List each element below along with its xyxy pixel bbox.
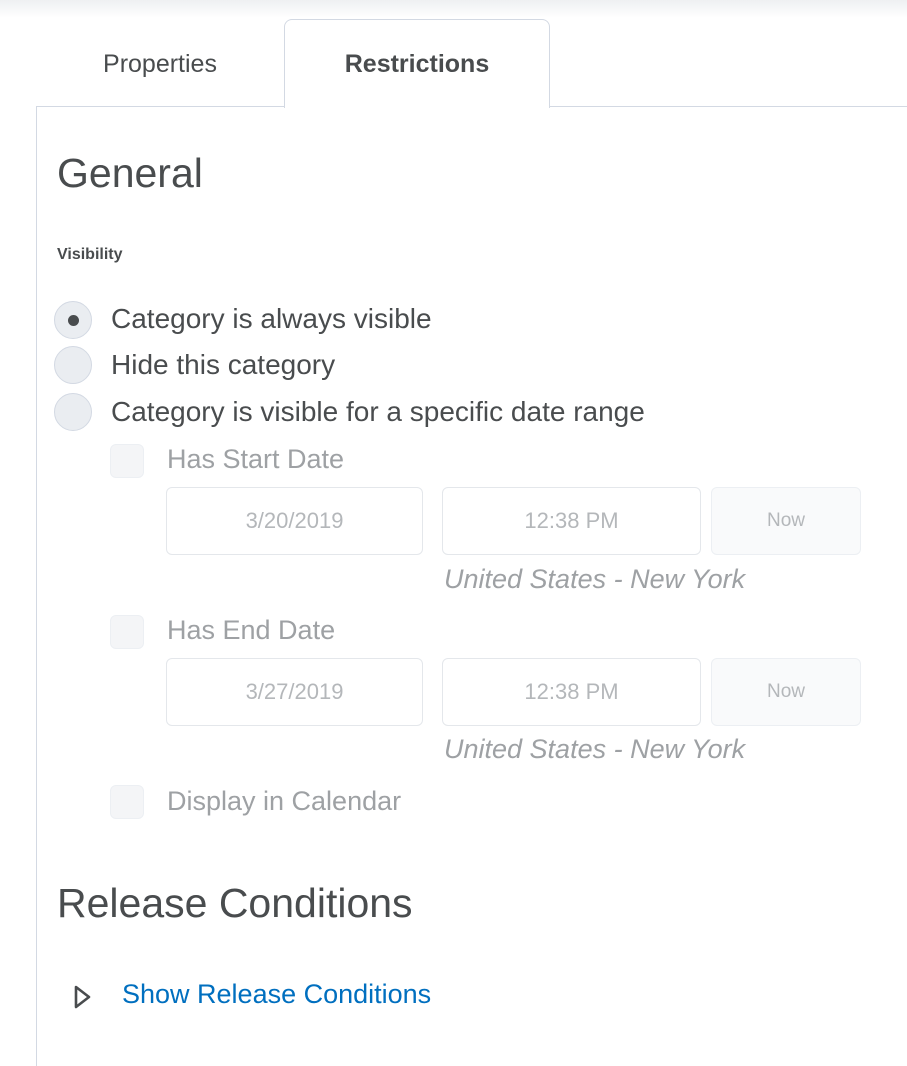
radio-selected-dot	[68, 315, 79, 326]
has-start-date-label: Has Start Date	[167, 444, 345, 474]
radio-date-range[interactable]	[54, 393, 92, 431]
start-now-button[interactable]: Now	[711, 487, 861, 555]
radio-always-visible[interactable]	[54, 301, 92, 339]
radio-label-always-visible[interactable]: Category is always visible	[111, 303, 432, 335]
top-fade	[0, 0, 907, 18]
triangle-right-icon[interactable]	[73, 984, 93, 1010]
tab-restrictions[interactable]: Restrictions	[284, 19, 550, 108]
radio-label-hide-category[interactable]: Hide this category	[111, 349, 335, 381]
display-in-calendar-label: Display in Calendar	[167, 786, 402, 816]
end-date-input[interactable]: 3/27/2019	[166, 658, 423, 726]
visibility-label: Visibility	[57, 246, 123, 263]
start-time-input[interactable]: 12:38 PM	[442, 487, 701, 555]
has-start-date-checkbox[interactable]	[110, 444, 144, 478]
has-end-date-checkbox[interactable]	[110, 615, 144, 649]
release-conditions-heading: Release Conditions	[57, 880, 413, 926]
display-in-calendar-checkbox[interactable]	[110, 785, 144, 819]
start-timezone: United States - New York	[444, 564, 746, 594]
start-date-input[interactable]: 3/20/2019	[166, 487, 423, 555]
tab-properties[interactable]: Properties	[36, 22, 284, 106]
has-end-date-label: Has End Date	[167, 615, 336, 645]
general-heading: General	[57, 150, 203, 196]
end-now-button[interactable]: Now	[711, 658, 861, 726]
radio-label-date-range[interactable]: Category is visible for a specific date …	[111, 396, 645, 428]
radio-hide-category[interactable]	[54, 346, 92, 384]
show-release-conditions-link[interactable]: Show Release Conditions	[122, 979, 431, 1010]
end-timezone: United States - New York	[444, 734, 746, 764]
end-time-input[interactable]: 12:38 PM	[442, 658, 701, 726]
